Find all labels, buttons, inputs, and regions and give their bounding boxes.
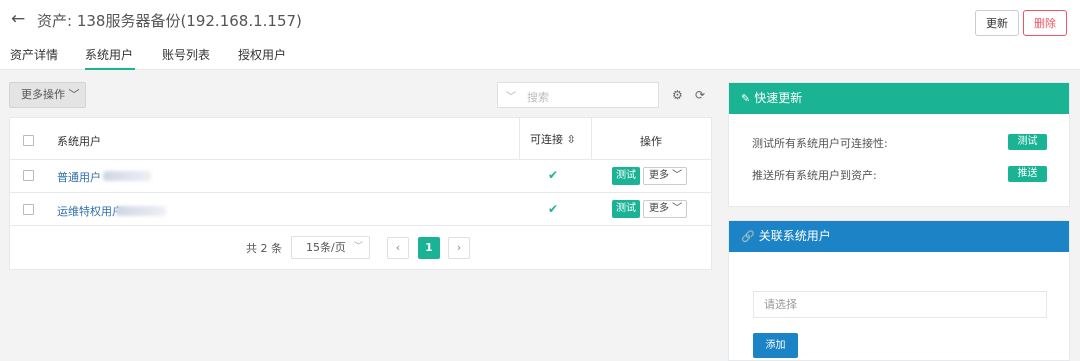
edit-icon: ✎	[741, 92, 751, 105]
redacted-text	[116, 206, 166, 216]
page-button-current[interactable]: 1	[418, 237, 440, 259]
refresh-icon[interactable]: ⟳	[695, 88, 705, 102]
page-size-select[interactable]: 15条/页 ﹀	[291, 236, 370, 259]
associate-title: 关联系统用户	[758, 229, 831, 243]
row-checkbox[interactable]	[23, 204, 34, 215]
test-button[interactable]: 测试	[612, 167, 640, 185]
check-icon: ✔	[548, 202, 559, 216]
select-all-checkbox[interactable]	[23, 135, 34, 146]
redacted-text	[103, 171, 151, 181]
system-user-link[interactable]: 运维特权用户	[57, 203, 123, 219]
gear-icon[interactable]: ⚙	[672, 88, 683, 102]
test-button[interactable]: 测试	[612, 200, 640, 218]
push-label: 推送所有系统用户到资产:	[752, 169, 877, 182]
push-all-button[interactable]: 推送	[1008, 166, 1047, 182]
search-input[interactable]: ﹀ 搜索	[497, 82, 659, 108]
more-actions-dropdown[interactable]: 更多操作 ﹀	[9, 82, 86, 108]
associate-header: 🔗 关联系统用户	[729, 221, 1069, 252]
test-all-button[interactable]: 测试	[1008, 134, 1047, 150]
row-divider	[10, 225, 713, 226]
system-user-select[interactable]: 请选择	[753, 291, 1047, 318]
back-arrow-icon[interactable]: ←	[11, 9, 25, 29]
page-title: 资产: 138服务器备份(192.168.1.157)	[37, 12, 302, 30]
delete-button[interactable]: 删除	[1023, 10, 1067, 36]
chevron-down-icon: ﹀	[354, 242, 364, 252]
row-divider	[10, 192, 713, 193]
tab-system-user[interactable]: 系统用户	[85, 46, 135, 70]
search-placeholder: 搜索	[527, 91, 549, 104]
column-divider	[519, 118, 520, 159]
update-button[interactable]: 更新	[975, 10, 1019, 36]
associate-system-user-panel: 🔗 关联系统用户 请选择 添加	[728, 220, 1070, 361]
column-header-connectable[interactable]: 可连接 ⇳	[530, 131, 576, 147]
more-dropdown[interactable]: 更多 ﹀	[643, 200, 687, 218]
check-icon: ✔	[548, 168, 559, 182]
row-checkbox[interactable]	[23, 170, 34, 181]
column-divider	[591, 118, 592, 159]
chevron-down-icon: ﹀	[506, 92, 516, 103]
tab-account-list[interactable]: 账号列表	[162, 46, 210, 70]
column-header-user: 系统用户	[57, 135, 101, 148]
column-header-actions: 操作	[640, 135, 662, 148]
system-user-link[interactable]: 普通用户	[57, 169, 101, 185]
page-size-value: 15条/页	[306, 241, 346, 254]
more-dropdown[interactable]: 更多 ﹀	[643, 167, 687, 185]
row-divider	[10, 159, 713, 160]
test-connectivity-label: 测试所有系统用户可连接性:	[752, 137, 888, 150]
page-header: ← 资产: 138服务器备份(192.168.1.157) 更新 删除 资产详情…	[0, 0, 1080, 70]
quick-update-title: 快速更新	[754, 91, 803, 105]
tab-authorized-users[interactable]: 授权用户	[238, 46, 286, 70]
prev-page-button[interactable]: ‹	[387, 237, 409, 259]
add-button[interactable]: 添加	[753, 333, 798, 358]
next-page-button[interactable]: ›	[448, 237, 470, 259]
link-icon: 🔗	[741, 230, 755, 243]
tab-asset-detail[interactable]: 资产详情	[10, 46, 58, 70]
quick-update-panel: ✎ 快速更新 测试所有系统用户可连接性: 测试 推送所有系统用户到资产: 推送	[728, 82, 1070, 207]
quick-update-header: ✎ 快速更新	[729, 83, 1069, 114]
pagination-total: 共 2 条	[246, 242, 282, 255]
